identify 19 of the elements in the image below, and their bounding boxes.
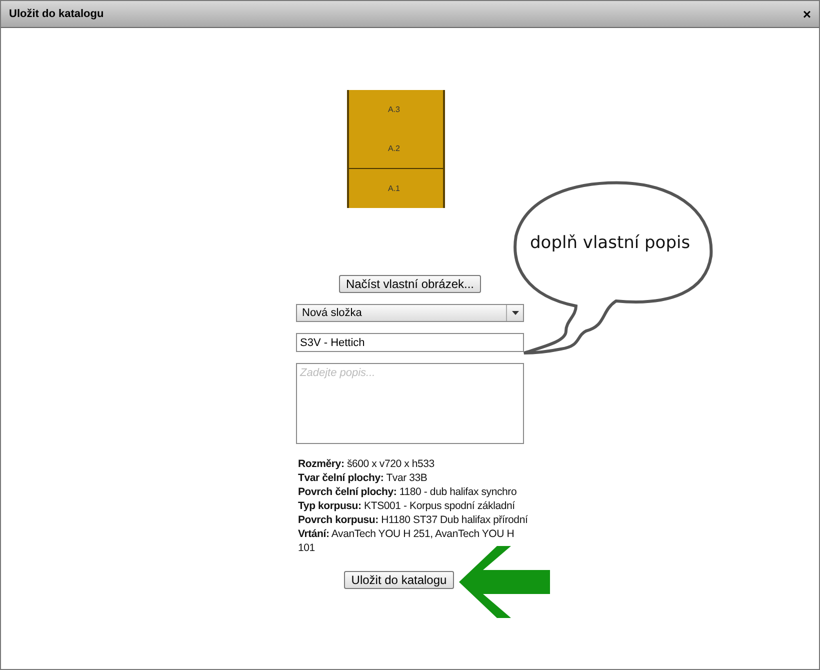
detail-line: Rozměry: š600 x v720 x h533	[298, 457, 436, 471]
detail-line: Vrtání: AvanTech YOU H 251, AvanTech YOU H 101	[298, 527, 516, 555]
front-label: A.2	[388, 144, 400, 153]
load-image-button[interactable]: Načíst vlastní obrázek...	[338, 275, 482, 293]
detail-line: Povrch korpusu: H1180 ST37 Dub halifax přírodní	[298, 513, 529, 527]
detail-line: Tvar čelní plochy: Tvar 33B	[298, 471, 428, 485]
folder-dropdown[interactable]: Nová složka	[296, 304, 524, 322]
front-label: A.1	[388, 184, 400, 193]
detail-line: Povrch čelní plochy: 1180 - dub halifax synchro	[298, 485, 518, 499]
description-field[interactable]: Zadejte popis...	[296, 363, 524, 444]
caret-icon	[512, 311, 518, 315]
close-button[interactable]: ×	[800, 6, 813, 22]
window-title: Uložit do katalogu	[9, 8, 104, 20]
name-field[interactable]: S3V - Hettich	[296, 333, 524, 352]
save-button[interactable]: Uložit do katalogu	[344, 571, 454, 589]
arrow-icon	[459, 546, 550, 618]
detail-line: Typ korpusu: KTS001 - Korpus spodní základní	[298, 499, 516, 513]
callout-text: doplň vlastní popis	[530, 233, 690, 253]
front-label: A.3	[388, 105, 400, 114]
